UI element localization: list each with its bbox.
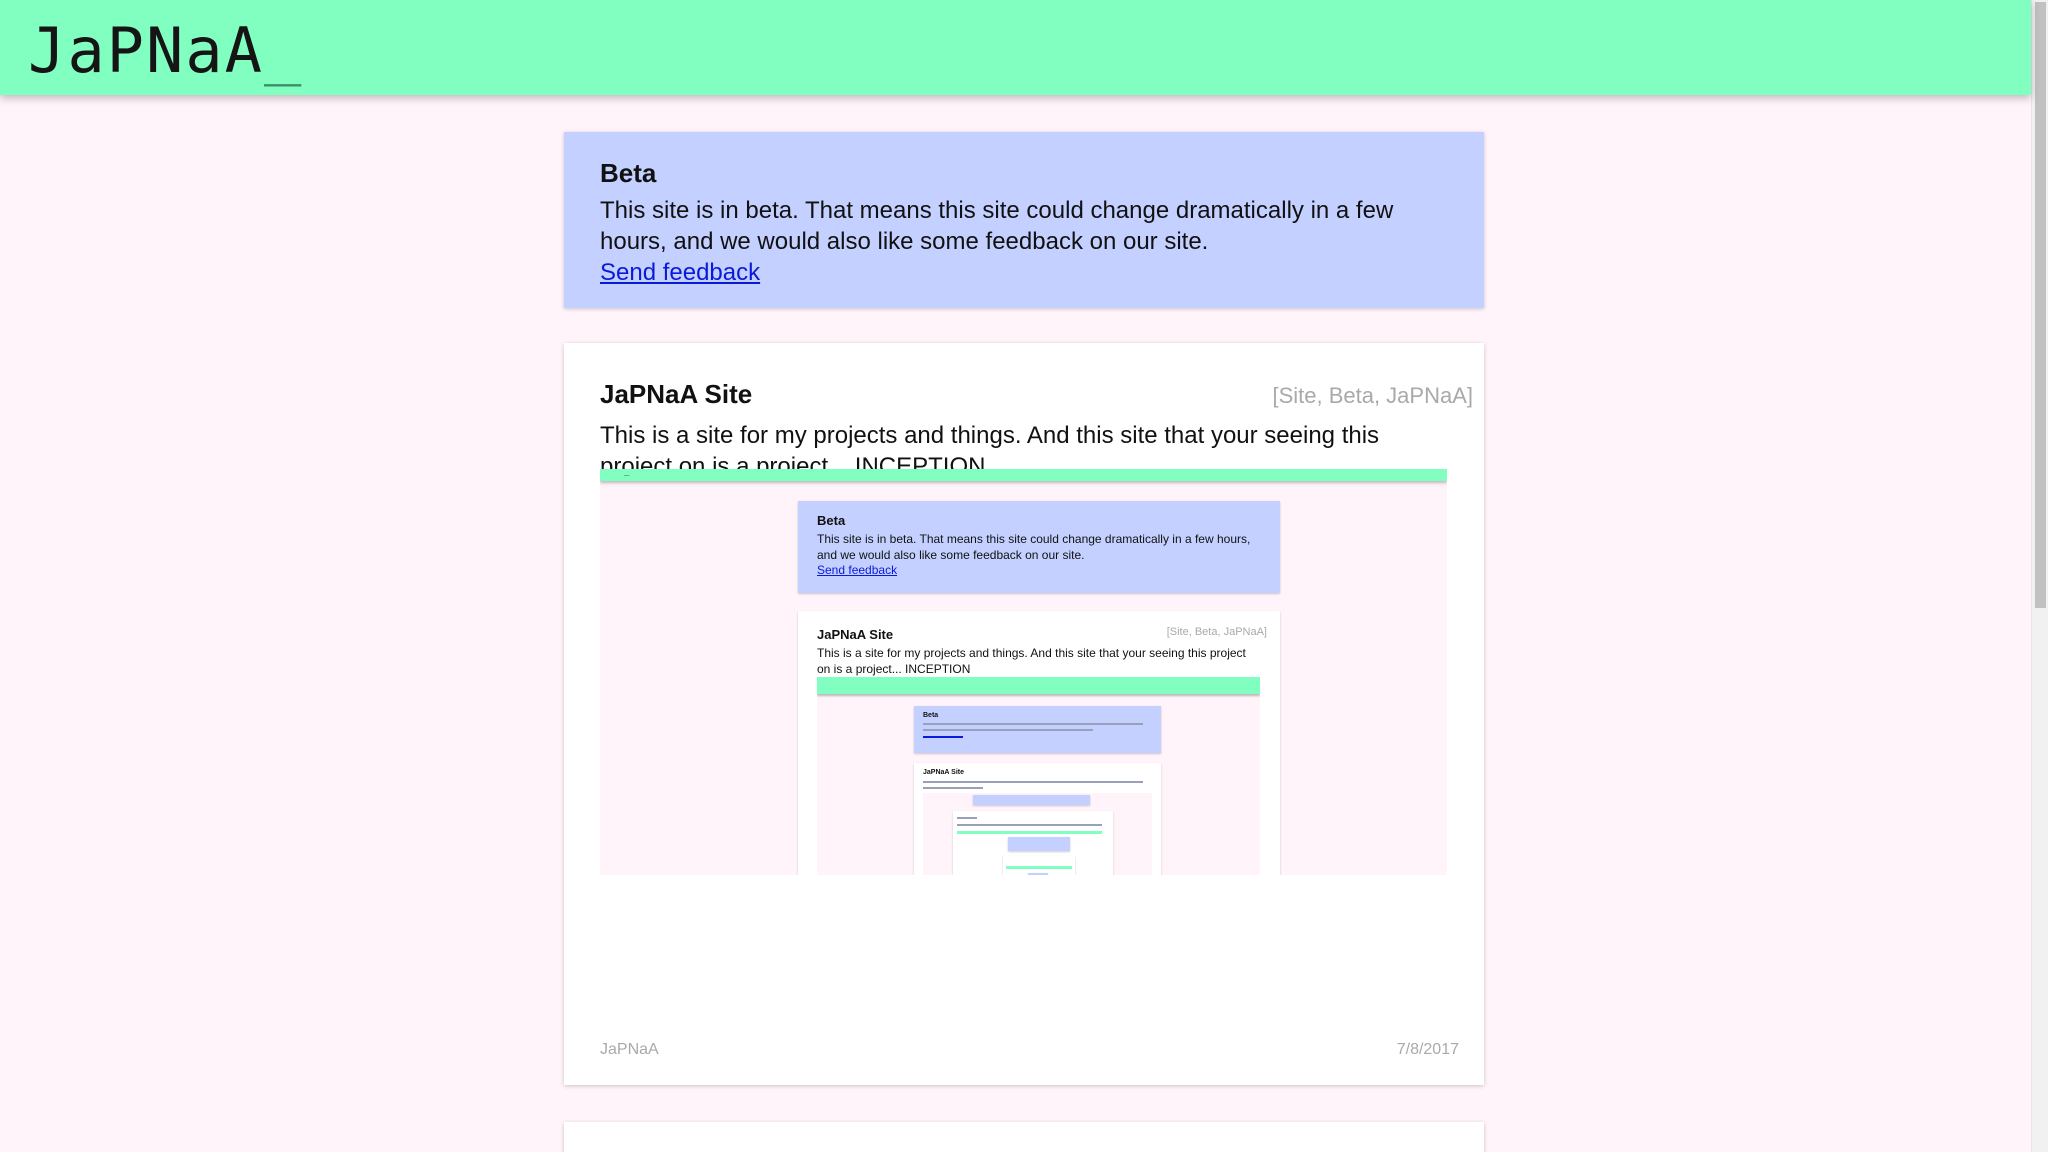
project-date: 7/8/2017	[1396, 1041, 1459, 1058]
project-tags: [Site, Beta, JaPNaA]	[1272, 383, 1473, 408]
preview-nested-image: Beta JaPNaA Site	[817, 677, 1260, 875]
preview-nested-beta-title: Beta	[923, 712, 939, 719]
preview-nested-beta-card: Beta	[914, 706, 1161, 753]
preview-beta-link: Send feedback	[817, 563, 898, 577]
preview-beta-card: Beta This site is in beta. That means th…	[798, 501, 1280, 593]
preview-deep-project	[953, 811, 1113, 875]
preview-deeper-project	[1003, 856, 1075, 875]
send-feedback-link[interactable]: Send feedback	[600, 259, 760, 287]
site-header: JaPNaA_	[0, 0, 2031, 95]
beta-text: This site is in beta. That means this si…	[600, 197, 1394, 255]
preview-nested-text-line	[923, 729, 1093, 731]
next-project-card[interactable]	[564, 1122, 1484, 1152]
preview-project-card: JaPNaA Site [Site, Beta, JaPNaA] This is…	[798, 611, 1280, 875]
project-author: JaPNaA	[600, 1041, 659, 1058]
preview-logo: _	[624, 469, 630, 477]
preview-deepest-beta	[1028, 873, 1048, 875]
preview-nested-text-line	[923, 723, 1143, 725]
preview-nested-text-line	[923, 781, 1143, 783]
preview-project-tags: [Site, Beta, JaPNaA]	[1166, 626, 1267, 638]
preview-nested-project-card: JaPNaA Site	[914, 763, 1161, 875]
preview-deeper-green	[1006, 866, 1072, 869]
preview-beta-text: This site is in beta. That means this si…	[817, 532, 1251, 562]
beta-title: Beta	[600, 158, 657, 188]
preview-beta-title: Beta	[817, 513, 846, 528]
scrollbar-thumb[interactable]	[2035, 2, 2046, 608]
preview-nested-inner-image	[923, 793, 1152, 875]
project-preview-image: _ Beta This site is in beta. That means …	[600, 469, 1447, 875]
site-logo[interactable]: JaPNaA_	[28, 14, 303, 87]
page-scrollbar[interactable]	[2031, 0, 2048, 1152]
preview-deep-beta	[973, 795, 1090, 805]
beta-notice-card: Beta This site is in beta. That means th…	[564, 132, 1484, 308]
preview-project-description: This is a site for my projects and thing…	[817, 646, 1246, 676]
preview-header: _	[600, 469, 1447, 481]
preview-deeper-beta	[1008, 837, 1070, 851]
preview-nested-project-title: JaPNaA Site	[923, 769, 964, 776]
preview-nested-link-line	[923, 736, 963, 738]
preview-deep-line	[957, 817, 977, 819]
preview-deep-green	[957, 831, 1102, 834]
project-title: JaPNaA Site	[600, 379, 753, 409]
preview-nested-header	[817, 677, 1260, 694]
preview-nested-text-line	[923, 787, 983, 789]
project-card[interactable]: JaPNaA Site [Site, Beta, JaPNaA] This is…	[564, 343, 1484, 1085]
preview-deep-line	[957, 824, 1102, 826]
